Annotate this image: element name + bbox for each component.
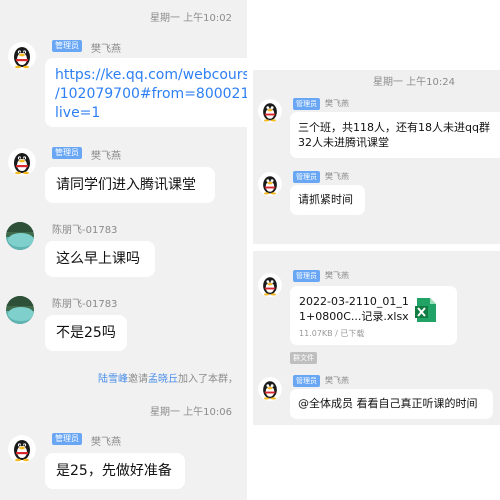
admin-badge: 管理员 (293, 375, 320, 387)
message-bubble[interactable]: 不是25吗 (45, 315, 127, 351)
file-name-line: 2022-03-2110_01_1 (299, 295, 409, 308)
message-bubble[interactable]: 请同学们进入腾讯课堂 (45, 167, 215, 203)
notice-verb: 邀请 (128, 374, 148, 385)
link-line[interactable]: https://ke.qq.com/webcours (55, 66, 247, 85)
sender-name: 陈朋飞-01783 (52, 299, 118, 310)
admin-badge: 管理员 (293, 171, 320, 183)
timestamp: 星期一 上午10:02 (150, 13, 232, 24)
right-bottom-chat-panel: 管理员 樊飞燕 2022-03-2110_01_1 1+0800C...记录.x… (253, 251, 500, 425)
right-top-chat-panel: 星期一 上午10:24 管理员 樊飞燕 三个班，共118人，还有18人未进qq群… (253, 70, 500, 244)
message-bubble[interactable]: 三个班，共118人，还有18人未进qq群 32人未进腾讯课堂 (290, 112, 500, 158)
sender-name: 樊飞燕 (91, 437, 121, 448)
excel-file-icon (415, 297, 437, 323)
link-line[interactable]: /102079700#from=8000217 (55, 85, 247, 104)
user-avatar[interactable] (6, 296, 34, 324)
message-bubble[interactable]: 请抓紧时间 (290, 185, 365, 215)
qq-penguin-avatar[interactable] (258, 273, 282, 297)
qq-penguin-avatar[interactable] (258, 377, 282, 401)
sender-name: 陈朋飞-01783 (52, 225, 118, 236)
sender-name: 樊飞燕 (91, 151, 121, 162)
qq-penguin-avatar[interactable] (8, 435, 36, 463)
qq-penguin-avatar[interactable] (258, 99, 282, 123)
invitee-name[interactable]: 孟晓丘 (148, 374, 178, 385)
system-notice: 陆雪峰邀请孟晓丘加入了本群， (98, 370, 238, 385)
sender-name: 樊飞燕 (325, 271, 349, 280)
message-bubble[interactable]: @全体成员 看看自己真正听课的时间 (290, 389, 493, 419)
file-card[interactable]: 2022-03-2110_01_1 1+0800C...记录.xlsx 11.0… (290, 286, 457, 345)
user-avatar[interactable] (6, 222, 34, 250)
group-file-tag[interactable]: 群文件 (290, 352, 317, 364)
sender-name: 樊飞燕 (325, 172, 349, 181)
admin-badge: 管理员 (293, 270, 320, 282)
admin-badge: 管理员 (293, 98, 320, 110)
file-name: 2022-03-2110_01_1 1+0800C...记录.xlsx (299, 294, 409, 324)
qq-penguin-avatar[interactable] (8, 148, 36, 176)
timestamp: 星期一 上午10:24 (373, 77, 455, 88)
qq-penguin-avatar[interactable] (8, 42, 36, 70)
inviter-name[interactable]: 陆雪峰 (98, 374, 128, 385)
left-chat-panel: 星期一 上午10:02 管理员 樊飞燕 https://ke.qq.com/we… (0, 0, 247, 500)
file-meta: 11.07KB / 已下载 (299, 329, 365, 338)
timestamp: 星期一 上午10:06 (150, 407, 232, 418)
admin-badge: 管理员 (52, 433, 82, 445)
notice-suffix: 加入了本群， (178, 374, 238, 385)
link-line[interactable]: live=1 (55, 104, 247, 123)
link-message-bubble[interactable]: https://ke.qq.com/webcours /102079700#fr… (45, 58, 247, 127)
message-bubble[interactable]: 这么早上课吗 (45, 241, 155, 277)
admin-badge: 管理员 (52, 40, 82, 52)
message-line: 三个班，共118人，还有18人未进qq群 (298, 121, 490, 134)
file-name-line: 1+0800C...记录.xlsx (299, 310, 409, 323)
message-bubble[interactable]: 是25，先做好准备 (45, 453, 185, 489)
sender-name: 樊飞燕 (325, 376, 349, 385)
admin-badge: 管理员 (52, 147, 82, 159)
qq-penguin-avatar[interactable] (258, 172, 282, 196)
sender-name: 樊飞燕 (325, 99, 349, 108)
sender-name: 樊飞燕 (91, 44, 121, 55)
message-line: 32人未进腾讯课堂 (298, 136, 389, 149)
